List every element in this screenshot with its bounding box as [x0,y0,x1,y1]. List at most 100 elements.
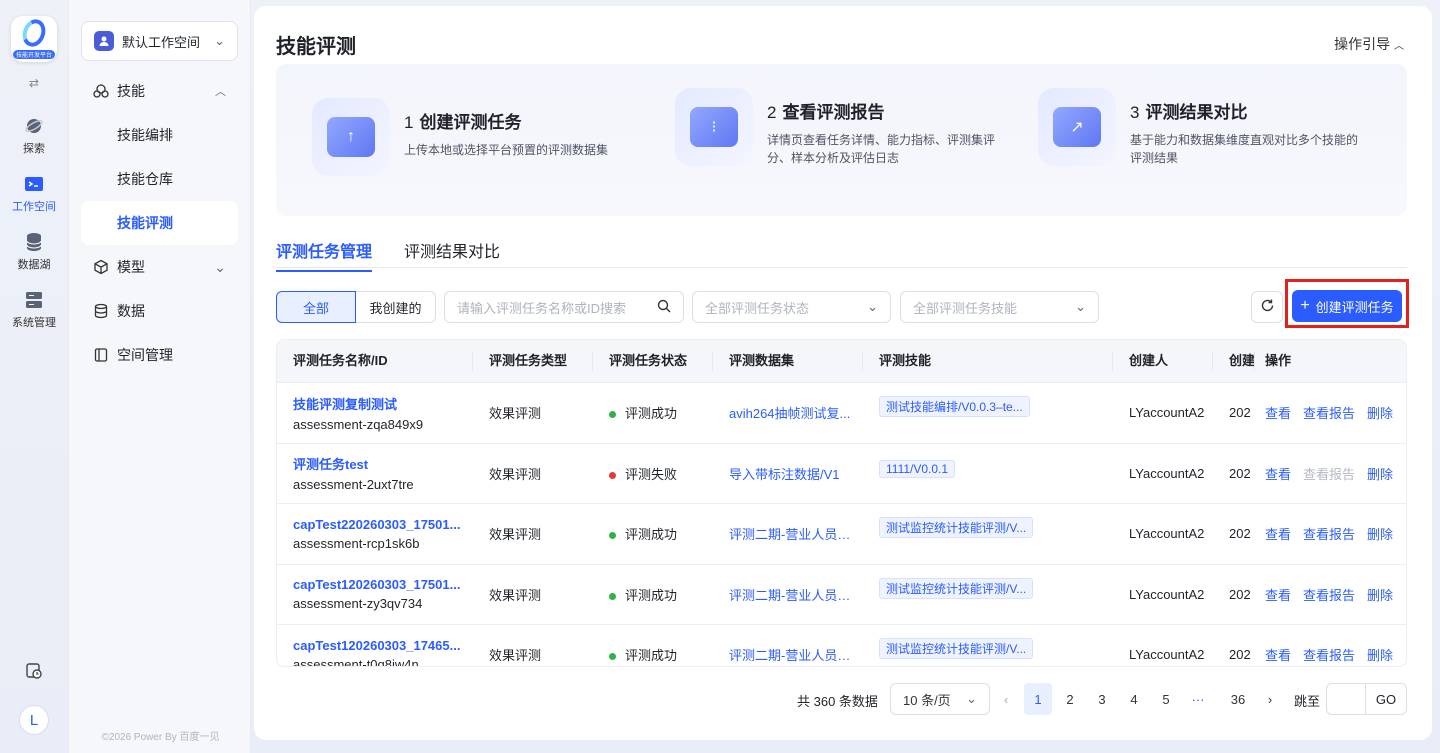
view-button[interactable]: 查看 [1265,406,1291,421]
rail-item-explore[interactable]: 探索 [4,116,64,156]
app-logo[interactable]: 技能开发平台 [11,16,57,62]
create-label: 创建评测任务 [1315,299,1394,315]
delete-button[interactable]: 删除 [1367,648,1393,663]
dataset-link[interactable]: 评测二期-营业人员闯... [729,585,854,604]
plus-icon: + [1300,297,1310,314]
dataset-cell: 评测二期-营业人员闯... [713,524,863,543]
delete-button[interactable]: 删除 [1367,527,1393,542]
page-1[interactable]: 1 [1024,683,1052,715]
guide-toggle[interactable]: 操作引导 ︿ [1334,34,1404,54]
dataset-link[interactable]: 评测二期-营业人员闯... [729,524,854,543]
book-icon [93,347,109,363]
view-button[interactable]: 查看 [1265,467,1291,482]
status-cell: 评测成功 [593,585,713,604]
prev-page-icon[interactable]: ‹ [992,683,1020,715]
page-36[interactable]: 36 [1224,683,1252,715]
chevron-down-icon: ⌄ [214,33,225,48]
view-report-button[interactable]: 查看报告 [1303,527,1355,542]
tab-result-compare[interactable]: 评测结果对比 [404,238,500,270]
page-ellipsis[interactable]: ··· [1184,683,1212,715]
col-created: 创建 [1213,351,1255,371]
skill-select[interactable]: 全部评测任务技能 ⌄ [900,291,1099,323]
logo-mark [18,16,50,50]
task-type: 效果评测 [489,406,542,422]
task-name-link[interactable]: 技能评测复制测试 [293,394,468,413]
view-report-button[interactable]: 查看报告 [1303,648,1355,663]
sidebar-item-data[interactable]: 数据 [81,289,238,333]
table-row: 评测任务test assessment-2uxt7tre 效果评测 评测失败 导入带标注… [277,442,1406,504]
status-placeholder: 全部评测任务状态 [705,300,810,316]
status-dot [609,411,616,419]
sidebar-item-label: 空间管理 [117,347,173,363]
go-button[interactable]: GO [1365,683,1407,715]
tab-task-management[interactable]: 评测任务管理 [276,238,373,272]
task-name-link[interactable]: capTest220260303_17501... [293,517,468,532]
delete-button[interactable]: 删除 [1367,588,1393,603]
task-name-link[interactable]: 评测任务test [293,454,468,473]
total-count: 共 360 条数据 [797,694,878,709]
workspace-selector[interactable]: 默认工作空间 ⌄ [81,21,238,61]
next-page-icon[interactable]: › [1256,683,1284,715]
report-folder-icon: ⁝ [675,88,753,166]
step-number: 1 [404,113,414,132]
actions-cell: 查看 查看报告 删除 [1255,464,1405,483]
col-creator: 创建人 [1113,351,1213,371]
col-status: 评测任务状态 [593,351,713,371]
task-name-cell: capTest220260303_17501... assessment-rcp1… [277,517,473,551]
delete-button[interactable]: 删除 [1367,406,1393,421]
database-icon [93,303,109,319]
sidebar-item-skill-repository[interactable]: 技能仓库 [81,157,238,201]
sidebar-item-label: 技能评测 [117,215,173,231]
created-time: 202 [1229,465,1251,481]
page-size-label: 10 条/页 [903,692,951,708]
search-input[interactable]: 请输入评测任务名称或ID搜索 [444,291,684,323]
history-icon[interactable] [25,662,43,683]
view-button[interactable]: 查看 [1265,588,1291,603]
dataset-cell: 评测二期-营业人员闯... [713,585,863,604]
sidebar-item-skill-orchestration[interactable]: 技能编排 [81,113,238,157]
dataset-link[interactable]: 导入带标注数据/V1 [729,464,854,483]
rail-item-system[interactable]: 系统管理 [4,290,64,330]
page-4[interactable]: 4 [1120,683,1148,715]
page-2[interactable]: 2 [1056,683,1084,715]
scope-mine-button[interactable]: 我创建的 [356,291,436,323]
skill-tag: 测试监控统计技能评测/V... [879,638,1034,660]
swap-icon[interactable]: ⇄ [29,76,39,90]
rail-label: 数据湖 [17,259,51,271]
view-button[interactable]: 查看 [1265,648,1291,663]
dataset-link[interactable]: avih264抽帧测试复... [729,403,854,422]
sidebar-item-skill-evaluation[interactable]: 技能评测 [81,201,238,245]
create-task-button[interactable]: + 创建评测任务 [1292,290,1402,322]
rail-item-workspace[interactable]: 工作空间 [4,174,64,214]
rail-item-datalake[interactable]: 数据湖 [4,232,64,272]
status-select[interactable]: 全部评测任务状态 ⌄ [692,291,891,323]
refresh-button[interactable] [1251,291,1283,323]
sidebar-item-models[interactable]: 模型 ⌄ [81,245,238,289]
view-button[interactable]: 查看 [1265,527,1291,542]
jump-input[interactable] [1326,683,1366,715]
col-type: 评测任务类型 [473,351,593,371]
step-title: 查看评测报告 [782,103,885,122]
task-name-link[interactable]: capTest120260303_17465... [293,638,468,653]
chevron-up-icon: ︿ [1394,41,1404,52]
step-desc: 详情页查看任务详情、能力指标、评测集评分、样本分析及评估日志 [767,133,996,165]
sidebar-item-skills[interactable]: 技能 ︿ [81,69,238,113]
rail-label: 探索 [23,143,45,155]
page-size-select[interactable]: 10 条/页 ⌄ [890,683,990,715]
scope-all-button[interactable]: 全部 [276,291,356,323]
page-3[interactable]: 3 [1088,683,1116,715]
task-id: assessment-zy3qv734 [293,596,423,612]
avatar[interactable]: L [19,705,49,735]
task-id: assessment-2uxt7tre [293,477,414,493]
step-report: ⁝ 2 查看评测报告 详情页查看任务详情、能力指标、评测集评分、样本分析及评估日志 [675,88,999,167]
page-5[interactable]: 5 [1152,683,1180,715]
task-name-link[interactable]: capTest120260303_17501... [293,577,468,592]
table-row: capTest120260303_17501... assessment-zy3q… [277,563,1406,625]
dataset-link[interactable]: 评测二期-营业人员闯... [729,645,854,664]
table-body: 技能评测复制测试 assessment-zqa849x9 效果评测 评测成功 avih2… [277,382,1406,666]
search-icon [657,299,671,316]
view-report-button[interactable]: 查看报告 [1303,588,1355,603]
sidebar-item-space-management[interactable]: 空间管理 [81,333,238,377]
delete-button[interactable]: 删除 [1367,467,1393,482]
view-report-button[interactable]: 查看报告 [1303,406,1355,421]
